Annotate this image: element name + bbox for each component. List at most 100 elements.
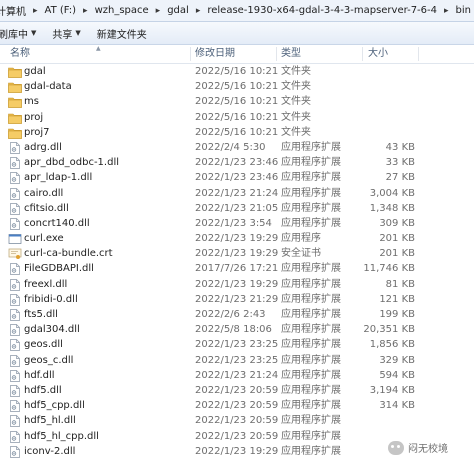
file-type: 应用程序扩展 xyxy=(281,430,341,442)
file-size: 3,194 KB xyxy=(369,384,415,396)
new-folder-button[interactable]: 新建文件夹 xyxy=(89,26,155,41)
file-name: cfitsio.dll xyxy=(24,202,69,214)
file-type: 应用程序扩展 xyxy=(281,339,341,351)
file-name: proj xyxy=(24,111,44,123)
breadcrumb-drive[interactable]: AT (F:) xyxy=(41,5,81,16)
file-size: 1,856 KB xyxy=(369,339,415,351)
column-divider[interactable] xyxy=(362,47,363,61)
file-date: 2022/2/6 2:43 xyxy=(195,309,266,320)
file-row[interactable]: concrt140.dll 2022/1/23 3:54 应用程序扩展 309 KB xyxy=(0,216,474,231)
column-header-size[interactable]: 大小 xyxy=(368,45,388,63)
file-row[interactable]: hdf5_cpp.dll 2022/1/23 20:59 应用程序扩展 314 KB xyxy=(0,398,474,413)
file-row[interactable]: geos.dll 2022/1/23 23:25 应用程序扩展 1,856 KB xyxy=(0,337,474,352)
breadcrumb-separator-icon[interactable]: ▸ xyxy=(441,6,452,16)
breadcrumb-separator-icon[interactable]: ▸ xyxy=(30,6,41,16)
file-name: hdf5_hl_cpp.dll xyxy=(24,430,99,442)
file-size: 1,348 KB xyxy=(369,202,415,214)
organize-button[interactable]: 刷库中 ▼ xyxy=(0,26,44,41)
file-row[interactable]: gdal-data 2022/5/16 10:21 文件夹 xyxy=(0,79,474,94)
file-list: gdal 2022/5/16 10:21 文件夹 gdal-data 2022/5/16… xyxy=(0,64,474,459)
file-date: 2022/1/23 21:29 xyxy=(195,293,279,305)
file-type: 应用程序扩展 xyxy=(281,172,341,184)
column-header-type[interactable]: 类型 xyxy=(281,45,301,63)
file-row[interactable]: FileGDBAPI.dll 2017/7/26 17:21 应用程序扩展 11,74… xyxy=(0,261,474,276)
share-button[interactable]: 共享 ▼ xyxy=(44,26,88,41)
file-type: 应用程序扩展 xyxy=(281,278,341,290)
file-row[interactable]: geos_c.dll 2022/1/23 23:25 应用程序扩展 329 KB xyxy=(0,353,474,368)
file-date: 2022/1/23 20:59 xyxy=(195,384,279,396)
file-date: 2022/1/23 23:46 xyxy=(195,172,279,184)
breadcrumb-separator-icon[interactable]: ▸ xyxy=(153,6,164,16)
dll-icon xyxy=(8,157,22,169)
file-size: 199 KB xyxy=(379,309,415,320)
breadcrumb-bin[interactable]: bin xyxy=(452,5,474,16)
file-row[interactable]: cfitsio.dll 2022/1/23 21:05 应用程序扩展 1,348 KB xyxy=(0,201,474,216)
column-header: ▲ 名称 修改日期 类型 大小 xyxy=(0,45,474,64)
file-row[interactable]: curl.exe 2022/1/23 19:29 应用程序 201 KB xyxy=(0,231,474,246)
file-date: 2022/1/23 19:29 xyxy=(195,445,279,457)
file-row[interactable]: curl-ca-bundle.crt 2022/1/23 19:29 安全证书 201… xyxy=(0,246,474,261)
file-row[interactable]: hdf.dll 2022/1/23 21:24 应用程序扩展 594 KB xyxy=(0,368,474,383)
breadcrumb-wzh-space[interactable]: wzh_space xyxy=(91,5,153,16)
file-row[interactable]: proj7 2022/5/16 10:21 文件夹 xyxy=(0,125,474,140)
file-date: 2022/1/23 19:29 xyxy=(195,248,279,260)
file-date: 2022/1/23 20:59 xyxy=(195,430,279,442)
file-type: 应用程序扩展 xyxy=(281,445,341,457)
file-name: iconv-2.dll xyxy=(24,445,76,457)
breadcrumb-separator-icon[interactable]: ▸ xyxy=(193,6,204,16)
file-name: hdf.dll xyxy=(24,369,55,381)
file-type: 应用程序扩展 xyxy=(281,141,341,153)
file-size: 329 KB xyxy=(379,354,415,366)
sort-up-icon: ▲ xyxy=(96,45,101,52)
file-date: 2022/1/23 21:24 xyxy=(195,369,279,381)
file-row[interactable]: fribidi-0.dll 2022/1/23 21:29 应用程序扩展 121 KB xyxy=(0,292,474,307)
dll-icon xyxy=(8,445,22,458)
column-header-date[interactable]: 修改日期 xyxy=(195,45,235,63)
file-type: 文件夹 xyxy=(281,126,311,138)
column-divider[interactable] xyxy=(418,47,419,61)
file-type: 应用程序 xyxy=(281,233,321,245)
cert-icon xyxy=(8,248,22,260)
chevron-down-icon: ▼ xyxy=(75,29,81,37)
file-row[interactable]: freexl.dll 2022/1/23 19:29 应用程序扩展 81 KB xyxy=(0,277,474,292)
file-row[interactable]: hdf5.dll 2022/1/23 20:59 应用程序扩展 3,194 KB xyxy=(0,383,474,398)
file-date: 2022/5/8 18:06 xyxy=(195,324,272,336)
column-header-name[interactable]: 名称 xyxy=(10,45,30,63)
breadcrumb-gdal[interactable]: gdal xyxy=(163,5,193,16)
file-type: 应用程序扩展 xyxy=(281,324,341,336)
breadcrumb-separator-icon[interactable]: ▸ xyxy=(80,6,91,16)
file-row[interactable]: ms 2022/5/16 10:21 文件夹 xyxy=(0,94,474,109)
file-name: proj7 xyxy=(24,126,50,138)
folder-icon xyxy=(8,66,22,78)
breadcrumb-computer[interactable]: 计算机 xyxy=(0,3,30,18)
file-row[interactable]: gdal 2022/5/16 10:21 文件夹 xyxy=(0,64,474,79)
file-date: 2022/1/23 20:59 xyxy=(195,400,279,412)
file-row[interactable]: fts5.dll 2022/2/6 2:43 应用程序扩展 199 KB xyxy=(0,307,474,322)
file-row[interactable]: cairo.dll 2022/1/23 21:24 应用程序扩展 3,004 KB xyxy=(0,186,474,201)
folder-icon xyxy=(8,81,22,93)
breadcrumb-release[interactable]: release-1930-x64-gdal-3-4-3-mapserver-7-… xyxy=(203,5,441,16)
file-name: FileGDBAPI.dll xyxy=(24,263,94,275)
file-size: 20,351 KB xyxy=(363,324,415,336)
file-type: 应用程序扩展 xyxy=(281,217,341,229)
file-row[interactable]: gdal304.dll 2022/5/8 18:06 应用程序扩展 20,351 KB xyxy=(0,322,474,337)
file-type: 应用程序扩展 xyxy=(281,202,341,214)
file-type: 安全证书 xyxy=(281,248,321,260)
file-row[interactable]: apr_dbd_odbc-1.dll 2022/1/23 23:46 应用程序扩展 3… xyxy=(0,155,474,170)
file-name: curl-ca-bundle.crt xyxy=(24,248,113,260)
file-date: 2022/1/23 21:05 xyxy=(195,202,279,214)
file-name: hdf5.dll xyxy=(24,384,62,396)
file-row[interactable]: apr_ldap-1.dll 2022/1/23 23:46 应用程序扩展 27 KB xyxy=(0,170,474,185)
file-name: concrt140.dll xyxy=(24,217,90,229)
file-size: 309 KB xyxy=(379,217,415,229)
column-divider[interactable] xyxy=(190,47,191,61)
dll-icon xyxy=(8,415,22,428)
column-divider[interactable] xyxy=(276,47,277,61)
file-size: 81 KB xyxy=(385,278,415,290)
file-size: 33 KB xyxy=(385,157,415,169)
file-row[interactable]: adrg.dll 2022/2/4 5:30 应用程序扩展 43 KB xyxy=(0,140,474,155)
file-row[interactable]: hdf5_hl.dll 2022/1/23 20:59 应用程序扩展 xyxy=(0,413,474,428)
file-row[interactable]: proj 2022/5/16 10:21 文件夹 xyxy=(0,110,474,125)
address-bar[interactable]: 计算机 ▸ AT (F:) ▸ wzh_space ▸ gdal ▸ relea… xyxy=(0,0,474,22)
file-size: 201 KB xyxy=(379,248,415,260)
